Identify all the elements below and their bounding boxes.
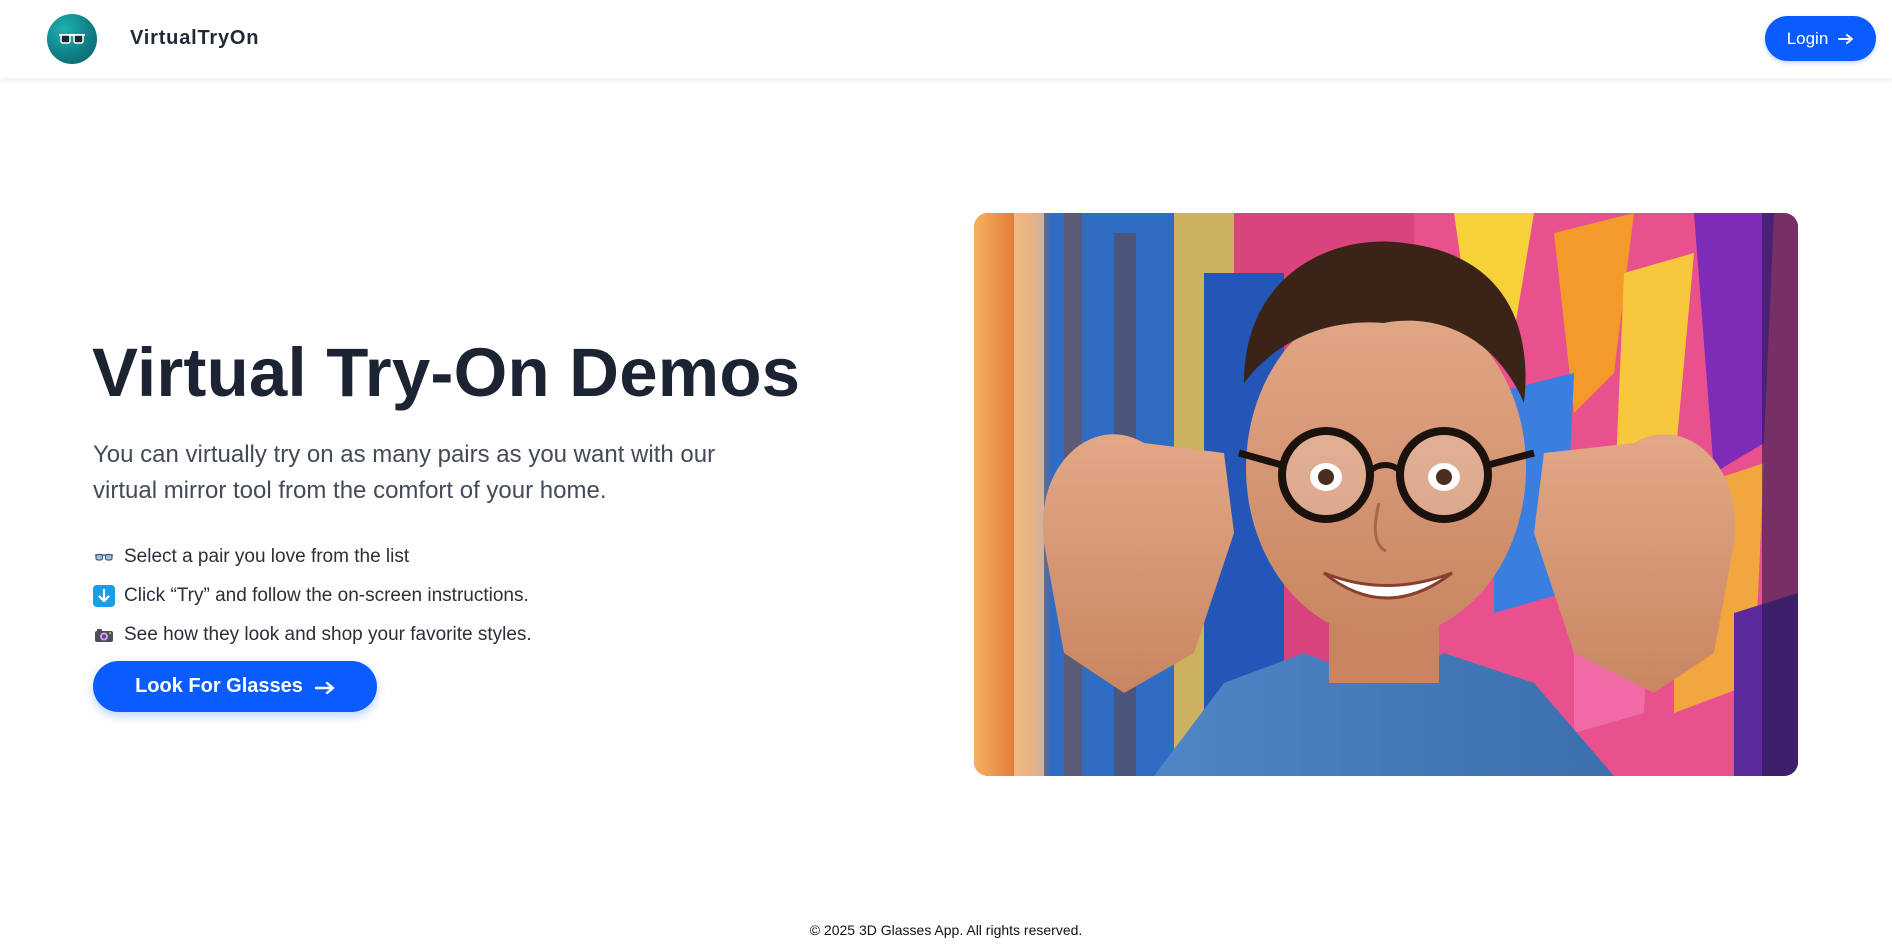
hero-image	[974, 213, 1798, 776]
arrow-right-icon	[314, 681, 335, 694]
down-arrow-icon	[93, 584, 115, 607]
step-text: Click “Try” and follow the on-screen ins…	[124, 584, 529, 606]
cta-label: Look For Glasses	[135, 675, 303, 697]
hero-photo-illustration	[974, 213, 1798, 776]
list-item: Click “Try” and follow the on-screen ins…	[93, 576, 532, 615]
login-label: Login	[1786, 28, 1829, 48]
logo[interactable]	[47, 14, 97, 64]
glasses-icon	[59, 34, 85, 44]
camera-icon	[93, 624, 115, 646]
footer-copyright: © 2025 3D Glasses App. All rights reserv…	[809, 922, 1083, 938]
login-button[interactable]: Login	[1765, 16, 1876, 61]
list-item: See how they look and shop your favorite…	[93, 615, 532, 654]
step-text: See how they look and shop your favorite…	[124, 623, 532, 645]
glasses-icon	[93, 546, 115, 568]
arrow-right-icon	[1838, 33, 1854, 44]
page-title: Virtual Try-On Demos	[92, 334, 801, 411]
step-text: Select a pair you love from the list	[124, 545, 410, 567]
steps-list: Select a pair you love from the list Cli…	[93, 537, 532, 654]
list-item: Select a pair you love from the list	[93, 537, 532, 576]
top-navbar: VirtualTryOn Login	[0, 0, 1892, 78]
brand-name[interactable]: VirtualTryOn	[130, 27, 259, 50]
look-for-glasses-button[interactable]: Look For Glasses	[93, 661, 377, 712]
footer: © 2025 3D Glasses App. All rights reserv…	[0, 922, 1892, 938]
hero-subtitle: You can virtually try on as many pairs a…	[93, 441, 716, 504]
